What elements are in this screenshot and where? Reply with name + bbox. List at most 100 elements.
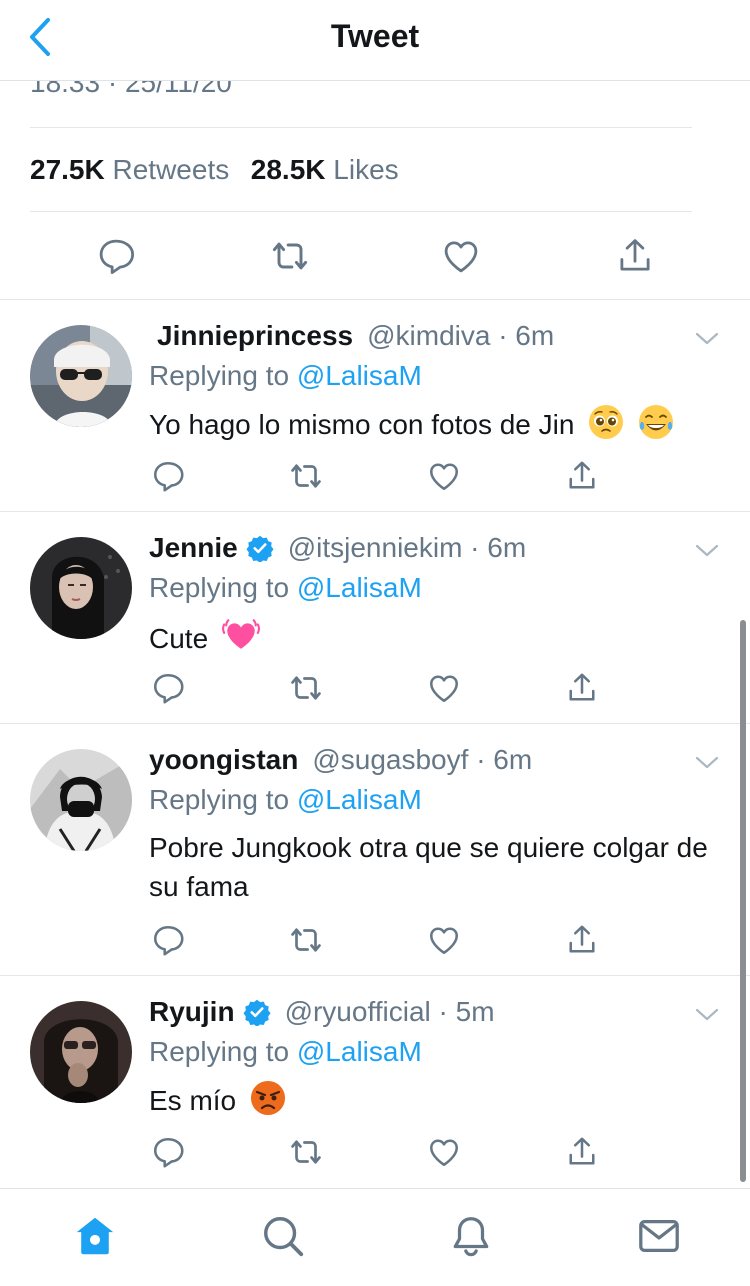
avatar[interactable] [30,1001,132,1103]
top-bar: Tweet [0,0,750,81]
replying-to: Replying to @LalisaM [149,1036,422,1068]
bottom-tab-bar [0,1188,750,1286]
replying-mention[interactable]: @LalisaM [297,784,422,815]
tab-search[interactable] [258,1211,308,1261]
share-icon [620,239,650,271]
tab-notifications[interactable] [446,1211,496,1261]
more-options-button[interactable] [692,748,722,778]
reply-header: yoongistan @sugasboyf · 6m [149,744,532,776]
reply-button[interactable] [146,918,190,962]
heart-icon [429,675,459,703]
share-button[interactable] [560,666,604,710]
divider [30,211,692,212]
share-button[interactable] [560,1130,604,1174]
envelope-icon [639,1219,679,1253]
more-options-button[interactable] [692,324,722,354]
tweet-stats: 27.5K Retweets 28.5K Likes [30,154,399,186]
pleading-face-icon [588,404,624,450]
likes-label[interactable]: Likes [333,154,398,185]
retweets-count[interactable]: 27.5K [30,154,105,185]
reply-body: Es mío [149,1085,237,1116]
reply-body: Cute [149,623,209,654]
angry-face-icon [250,1080,286,1126]
chevron-down-icon [695,1008,719,1021]
replying-prefix: Replying to [149,572,290,603]
more-options-button[interactable] [692,536,722,566]
retweet-button[interactable] [284,666,328,710]
retweet-button[interactable] [284,1130,328,1174]
retweet-icon [291,928,321,952]
share-icon [569,1137,595,1165]
retweets-label[interactable]: Retweets [113,154,230,185]
replying-mention[interactable]: @LalisaM [297,1036,422,1067]
chevron-down-icon [695,756,719,769]
retweet-icon [272,242,308,270]
like-button[interactable] [436,231,486,281]
reply-header: Jinnieprincess @kimdiva · 6m [157,320,554,352]
replying-prefix: Replying to [149,1036,290,1067]
more-options-button[interactable] [692,1000,722,1030]
heart-icon [429,1139,459,1167]
home-icon [76,1217,114,1255]
reply-action-bar [0,918,750,962]
reply-body: Yo hago lo mismo con fotos de Jin [149,409,575,440]
share-button[interactable] [610,231,660,281]
heart-icon [429,927,459,955]
reply-text: Es mío [149,1080,729,1126]
reply-icon [153,461,184,492]
replying-to: Replying to @LalisaM [149,572,422,604]
avatar[interactable] [30,537,132,639]
display-name[interactable]: yoongistan [149,744,298,776]
reply-icon [99,239,135,275]
heart-icon [444,241,478,273]
page-title: Tweet [330,18,420,54]
like-button[interactable] [422,1130,466,1174]
retweet-button[interactable] [284,918,328,962]
retweet-icon [291,676,321,700]
replying-mention[interactable]: @LalisaM [297,572,422,603]
reply-action-bar [0,1130,750,1174]
avatar[interactable] [30,749,132,851]
reply-icon [153,925,184,956]
likes-count[interactable]: 28.5K [251,154,326,185]
reply-body: Pobre Jungkook otra que se quiere colgar… [149,832,708,902]
tab-home[interactable] [70,1211,120,1261]
like-button[interactable] [422,918,466,962]
bell-icon [453,1217,489,1257]
reply-button[interactable] [146,454,190,498]
share-button[interactable] [560,454,604,498]
tears-of-joy-icon [638,404,674,450]
reply-action-bar [0,666,750,710]
reply-button[interactable] [146,1130,190,1174]
verified-badge-icon [246,534,274,563]
share-icon [569,925,595,953]
tweet-timestamp: 18:33 · 25/11/20 [30,81,232,98]
replying-prefix: Replying to [149,784,290,815]
reply-action-bar [0,454,750,498]
scrollbar[interactable] [740,620,746,1182]
reply-icon [153,673,184,704]
like-button[interactable] [422,666,466,710]
heart-icon [429,463,459,491]
display-name[interactable]: Ryujin [149,996,235,1028]
tweet-action-bar [0,231,750,281]
avatar[interactable] [30,325,132,427]
replying-prefix: Replying to [149,360,290,391]
tab-messages[interactable] [634,1211,684,1261]
replying-mention[interactable]: @LalisaM [297,360,422,391]
chevron-down-icon [695,332,719,345]
retweet-button[interactable] [284,454,328,498]
share-icon [569,461,595,489]
search-icon [264,1217,304,1257]
handle-time: @ryuofficial · 5m [284,996,495,1027]
share-icon [569,673,595,701]
handle-time: @itsjenniekim · 6m [287,532,527,563]
retweet-icon [291,1140,321,1164]
reply-button[interactable] [146,666,190,710]
retweet-button[interactable] [265,231,315,281]
display-name[interactable]: Jennie [149,532,238,564]
reply-button[interactable] [91,231,141,281]
like-button[interactable] [422,454,466,498]
share-button[interactable] [560,918,604,962]
display-name[interactable]: Jinnieprincess [157,320,353,352]
